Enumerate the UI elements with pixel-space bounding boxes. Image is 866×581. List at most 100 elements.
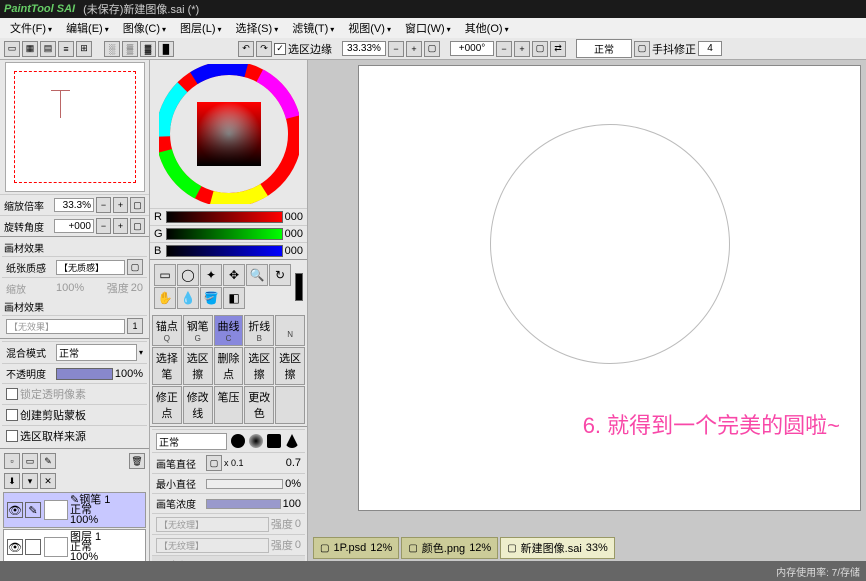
grid-2[interactable]: ▒: [122, 41, 138, 57]
pen-tool-5[interactable]: N: [275, 315, 305, 346]
undo-button[interactable]: ↶: [238, 41, 254, 57]
pen-layer-icon[interactable]: ✎: [25, 502, 41, 518]
nav-tool-3[interactable]: ▤: [40, 41, 56, 57]
opacity-slider[interactable]: [56, 368, 113, 380]
brush-hard-icon[interactable]: [231, 434, 245, 448]
paper-select[interactable]: 【无质感】: [56, 260, 125, 275]
pen-tool-extra[interactable]: [275, 386, 305, 424]
angle-display[interactable]: +000°: [450, 41, 494, 56]
rot-reset[interactable]: ▢: [130, 218, 145, 234]
visibility-icon[interactable]: 👁: [7, 502, 23, 518]
brushsize-btn[interactable]: ▢: [206, 455, 222, 471]
mode-toggle[interactable]: ▢: [634, 41, 650, 57]
tool-hand[interactable]: ✋: [154, 287, 176, 309]
zoom-display[interactable]: 33.33%: [342, 41, 386, 56]
b-slider[interactable]: [166, 245, 283, 257]
tool-eyedrop[interactable]: 💧: [177, 287, 199, 309]
pen-tool-fixp[interactable]: 修正点: [152, 386, 182, 424]
nav-tool-2[interactable]: ▦: [22, 41, 38, 57]
g-slider[interactable]: [166, 228, 283, 240]
tool-rect-select[interactable]: ▭: [154, 264, 176, 286]
pen-tool-pen[interactable]: 钢笔G: [183, 315, 213, 346]
zoom-fit[interactable]: ▢: [130, 197, 145, 213]
canvas[interactable]: 6. 就得到一个完美的圆啦~: [358, 65, 861, 511]
brush-flat-icon[interactable]: [267, 434, 281, 448]
tool-bucket[interactable]: 🪣: [200, 287, 222, 309]
tool-move[interactable]: ✥: [223, 264, 245, 286]
zoom-inc[interactable]: +: [113, 197, 128, 213]
visibility-icon[interactable]: 👁: [7, 539, 23, 555]
grid-3[interactable]: ▓: [140, 41, 156, 57]
grid-4[interactable]: █: [158, 41, 174, 57]
zoom-fit-button[interactable]: ▢: [424, 41, 440, 57]
tool-lasso[interactable]: ◯: [177, 264, 199, 286]
tool-rotate[interactable]: ↻: [269, 264, 291, 286]
rotate-ccw-button[interactable]: −: [496, 41, 512, 57]
nav-tool-5[interactable]: ⊞: [76, 41, 92, 57]
lock-layer-icon[interactable]: [25, 539, 41, 555]
menu-edit[interactable]: 编辑(E)▾: [60, 18, 115, 38]
pen-tool-curve[interactable]: 曲线C: [214, 315, 244, 346]
menu-select[interactable]: 选择(S)▾: [230, 18, 285, 38]
pen-tool-selv[interactable]: 选区擦: [275, 347, 305, 385]
nav-tool-1[interactable]: ▭: [4, 41, 20, 57]
color-swatch[interactable]: [295, 273, 303, 301]
pen-tool-selpen[interactable]: 选择笔: [152, 347, 182, 385]
clip-checkbox[interactable]: [6, 409, 18, 421]
layer-item-1[interactable]: 👁 图层 1 正常 100%: [3, 529, 146, 565]
selborder-checkbox[interactable]: ✓: [274, 43, 286, 55]
rotate-cw-button[interactable]: +: [514, 41, 530, 57]
tab-3[interactable]: ▢新建图像.sai33%: [500, 537, 615, 559]
rotate-input[interactable]: [54, 219, 94, 233]
zoom-dec[interactable]: −: [96, 197, 111, 213]
pen-tool-fixl[interactable]: 修改线: [183, 386, 213, 424]
zoom-in-button[interactable]: +: [406, 41, 422, 57]
brush-tex-select[interactable]: 【无纹理】: [156, 538, 269, 553]
clear-button[interactable]: ✕: [40, 473, 56, 489]
menu-image[interactable]: 图像(C)▾: [117, 18, 172, 38]
pen-tool-press[interactable]: 笔压: [214, 386, 244, 424]
eff-width[interactable]: 1: [127, 318, 143, 334]
pen-tool-selerase[interactable]: 选区擦: [183, 347, 213, 385]
pen-tool-anchor[interactable]: 锚点Q: [152, 315, 182, 346]
pen-tool-delall[interactable]: 选区擦: [244, 347, 274, 385]
merge-button[interactable]: ⬇: [4, 473, 20, 489]
flatten-button[interactable]: ▾: [22, 473, 38, 489]
rot-dec[interactable]: −: [96, 218, 111, 234]
layer-item-pen1[interactable]: 👁 ✎ ✎钢笔 1 正常 100%: [3, 492, 146, 528]
rotate-reset-button[interactable]: ▢: [532, 41, 548, 57]
brush-tri-icon[interactable]: [285, 434, 299, 448]
tool-wand[interactable]: ✦: [200, 264, 222, 286]
new-layer-button[interactable]: ▫: [4, 453, 20, 469]
nav-tool-4[interactable]: ≡: [58, 41, 74, 57]
pen-tool-color[interactable]: 更改色: [244, 386, 274, 424]
redo-button[interactable]: ↷: [256, 41, 272, 57]
brush-shape-select[interactable]: 【无纹理】: [156, 517, 269, 532]
flip-button[interactable]: ⇄: [550, 41, 566, 57]
tab-1[interactable]: ▢1P.psd12%: [313, 537, 399, 559]
new-folder-button[interactable]: ▭: [22, 453, 38, 469]
new-pen-layer-button[interactable]: ✎: [40, 453, 56, 469]
paper-clear[interactable]: ▢: [127, 259, 143, 275]
menu-other[interactable]: 其他(O)▾: [459, 18, 515, 38]
effect-select[interactable]: 【无效果】: [6, 319, 125, 334]
zoom-out-button[interactable]: −: [388, 41, 404, 57]
blendmode-display[interactable]: 正常: [576, 39, 632, 58]
menu-view[interactable]: 视图(V)▾: [342, 18, 397, 38]
menu-filter[interactable]: 滤镜(T)▾: [286, 18, 340, 38]
density-slider[interactable]: [206, 499, 281, 509]
sample-checkbox[interactable]: [6, 430, 18, 442]
r-slider[interactable]: [166, 211, 283, 223]
tool-zoom[interactable]: 🔍: [246, 264, 268, 286]
navigator-preview[interactable]: [5, 62, 145, 192]
tab-2[interactable]: ▢颜色.png12%: [401, 537, 498, 559]
menu-window[interactable]: 窗口(W)▾: [399, 18, 457, 38]
minsize-slider[interactable]: [206, 479, 283, 489]
zoom-input[interactable]: [54, 198, 94, 212]
color-wheel[interactable]: [159, 64, 299, 204]
blendmode-select[interactable]: 正常: [56, 344, 137, 361]
delete-layer-button[interactable]: 🗑: [129, 453, 145, 469]
brush-soft-icon[interactable]: [249, 434, 263, 448]
lock-checkbox[interactable]: [6, 388, 18, 400]
tool-eraser[interactable]: ◧: [223, 287, 245, 309]
